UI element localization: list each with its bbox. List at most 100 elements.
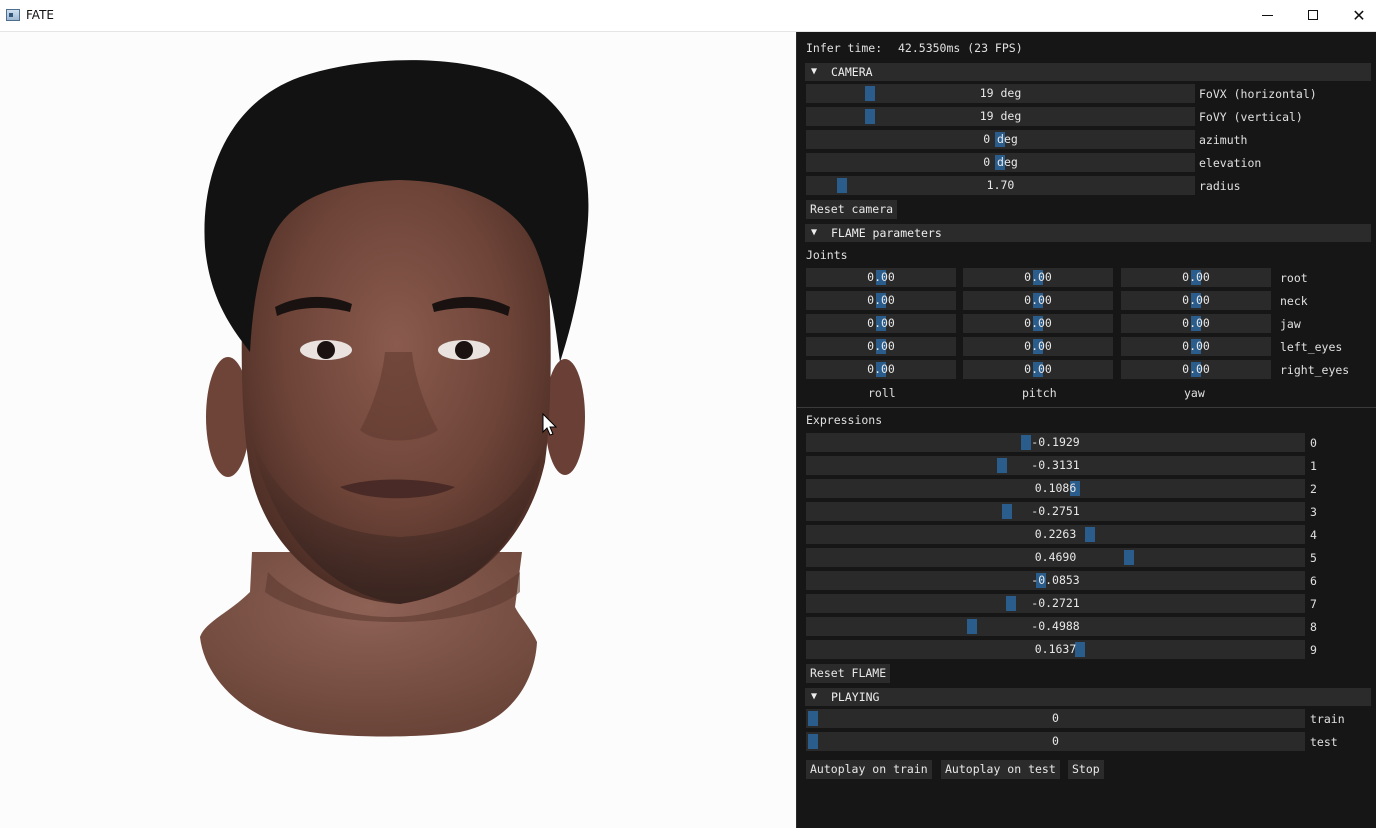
joint-root-pitch-slider[interactable]: 0.00 — [963, 268, 1113, 287]
camera-slider-row: 19 deg FoVX (horizontal) — [797, 84, 1376, 104]
joint-neck-yaw-slider[interactable]: 0.00 — [1121, 291, 1271, 310]
autoplay-test-button[interactable]: Autoplay on test — [941, 760, 1060, 779]
playing-section-header[interactable]: ▼ PLAYING — [805, 688, 1371, 706]
reset-flame-button[interactable]: Reset FLAME — [806, 664, 891, 683]
maximize-button[interactable] — [1290, 0, 1336, 31]
expression-slider[interactable]: -0.2721 — [806, 594, 1305, 613]
joint-row-neck: 0.00 0.00 0.00 neck — [797, 291, 1376, 311]
camera-slider-row: 0 deg azimuth — [797, 130, 1376, 150]
joint-left_eyes-pitch-slider[interactable]: 0.00 — [963, 337, 1113, 356]
expression-slider[interactable]: 0.2263 — [806, 525, 1305, 544]
close-icon: ✕ — [1352, 6, 1366, 25]
expression-slider[interactable]: -0.3131 — [806, 456, 1305, 475]
playing-header-label: PLAYING — [831, 690, 880, 704]
joint-right_eyes-yaw-slider[interactable]: 0.00 — [1121, 360, 1271, 379]
slider-value: 1.70 — [986, 178, 1015, 192]
slider-value: 0 — [1052, 711, 1059, 725]
joint-right_eyes-pitch-slider[interactable]: 0.00 — [963, 360, 1113, 379]
slider-value: 19 deg — [979, 109, 1022, 123]
expression-slider[interactable]: 0.4690 — [806, 548, 1305, 567]
flame-header-label: FLAME parameters — [831, 226, 942, 240]
joint-jaw-roll-slider[interactable]: 0.00 — [806, 314, 956, 333]
train-frame-slider[interactable]: 0 — [806, 709, 1305, 728]
joint-row-root: 0.00 0.00 0.00 root — [797, 268, 1376, 288]
autoplay-train-button[interactable]: Autoplay on train — [806, 760, 932, 779]
window-title: FATE — [26, 8, 54, 22]
control-panel: Infer time: 42.5350ms (23 FPS) ▼ CAMERA … — [796, 32, 1376, 828]
camera-section-header[interactable]: ▼ CAMERA — [805, 63, 1371, 81]
slider-value: 19 deg — [979, 86, 1022, 100]
minimize-icon — [1262, 15, 1273, 16]
axis-label-pitch: pitch — [1022, 386, 1057, 400]
joint-jaw-yaw-slider[interactable]: 0.00 — [1121, 314, 1271, 333]
expression-index-label: 2 — [1310, 482, 1317, 496]
expression-row: 0.2263 4 — [797, 525, 1376, 545]
camera-slider-row: 0 deg elevation — [797, 153, 1376, 173]
flame-section-header[interactable]: ▼ FLAME parameters — [805, 224, 1371, 242]
maximize-icon — [1308, 10, 1318, 20]
expressions-label: Expressions — [806, 413, 883, 427]
camera-header-label: CAMERA — [831, 65, 873, 79]
expression-slider[interactable]: -0.0853 — [806, 571, 1305, 590]
expression-row: 0.4690 5 — [797, 548, 1376, 568]
azimuth-slider[interactable]: 0 deg — [806, 130, 1195, 149]
app-icon — [6, 9, 20, 21]
azimuth-label: azimuth — [1199, 133, 1248, 147]
expression-row: -0.2721 7 — [797, 594, 1376, 614]
expression-index-label: 8 — [1310, 620, 1317, 634]
slider-value: 0.00 — [1024, 293, 1052, 307]
joint-label: left_eyes — [1280, 340, 1343, 354]
joint-root-yaw-slider[interactable]: 0.00 — [1121, 268, 1271, 287]
slider-value: 0.00 — [1024, 339, 1052, 353]
slider-value: 0.00 — [1024, 270, 1052, 284]
reset-camera-button[interactable]: Reset camera — [806, 200, 898, 219]
slider-value: 0.00 — [1182, 339, 1210, 353]
joint-right_eyes-roll-slider[interactable]: 0.00 — [806, 360, 956, 379]
test-frame-slider[interactable]: 0 — [806, 732, 1305, 751]
joint-left_eyes-roll-slider[interactable]: 0.00 — [806, 337, 956, 356]
elevation-label: elevation — [1199, 156, 1262, 170]
slider-value: 0.1637 — [1034, 642, 1077, 656]
slider-value: 0.00 — [1182, 362, 1210, 376]
infer-time-value: 42.5350ms (23 FPS) — [898, 41, 1023, 55]
expression-index-label: 4 — [1310, 528, 1317, 542]
minimize-button[interactable] — [1244, 0, 1290, 31]
fovx-slider[interactable]: 19 deg — [806, 84, 1195, 103]
infer-time-label: Infer time: — [806, 41, 883, 55]
expression-row: 0.1086 2 — [797, 479, 1376, 499]
joint-jaw-pitch-slider[interactable]: 0.00 — [963, 314, 1113, 333]
title-bar: FATE ✕ — [0, 0, 1376, 32]
collapse-arrow-icon: ▼ — [811, 227, 818, 238]
slider-value: -0.4988 — [1031, 619, 1080, 633]
joint-row-jaw: 0.00 0.00 0.00 jaw — [797, 314, 1376, 334]
slider-value: 0.00 — [867, 293, 895, 307]
expression-row: -0.4988 8 — [797, 617, 1376, 637]
expression-slider[interactable]: 0.1637 — [806, 640, 1305, 659]
joint-left_eyes-yaw-slider[interactable]: 0.00 — [1121, 337, 1271, 356]
play-slider-row: 0 test — [797, 732, 1376, 752]
stop-button[interactable]: Stop — [1068, 760, 1104, 779]
camera-slider-row: 19 deg FoVY (vertical) — [797, 107, 1376, 127]
slider-value: 0.00 — [1182, 270, 1210, 284]
rendered-head — [200, 60, 589, 737]
render-viewport[interactable] — [0, 32, 796, 828]
expression-slider[interactable]: 0.1086 — [806, 479, 1305, 498]
slider-value: 0 deg — [983, 155, 1018, 169]
expression-slider[interactable]: -0.4988 — [806, 617, 1305, 636]
joint-neck-roll-slider[interactable]: 0.00 — [806, 291, 956, 310]
fovx-label: FoVX (horizontal) — [1199, 87, 1317, 101]
joint-root-roll-slider[interactable]: 0.00 — [806, 268, 956, 287]
fovy-slider[interactable]: 19 deg — [806, 107, 1195, 126]
elevation-slider[interactable]: 0 deg — [806, 153, 1195, 172]
expression-slider[interactable]: -0.1929 — [806, 433, 1305, 452]
close-button[interactable]: ✕ — [1336, 0, 1376, 31]
slider-value: 0.00 — [867, 316, 895, 330]
joint-neck-pitch-slider[interactable]: 0.00 — [963, 291, 1113, 310]
radius-slider[interactable]: 1.70 — [806, 176, 1195, 195]
axis-label-roll: roll — [868, 386, 896, 400]
expression-row: -0.2751 3 — [797, 502, 1376, 522]
train-label: train — [1310, 712, 1345, 726]
expression-slider[interactable]: -0.2751 — [806, 502, 1305, 521]
joint-row-left_eyes: 0.00 0.00 0.00 left_eyes — [797, 337, 1376, 357]
slider-value: 0.4690 — [1034, 550, 1077, 564]
